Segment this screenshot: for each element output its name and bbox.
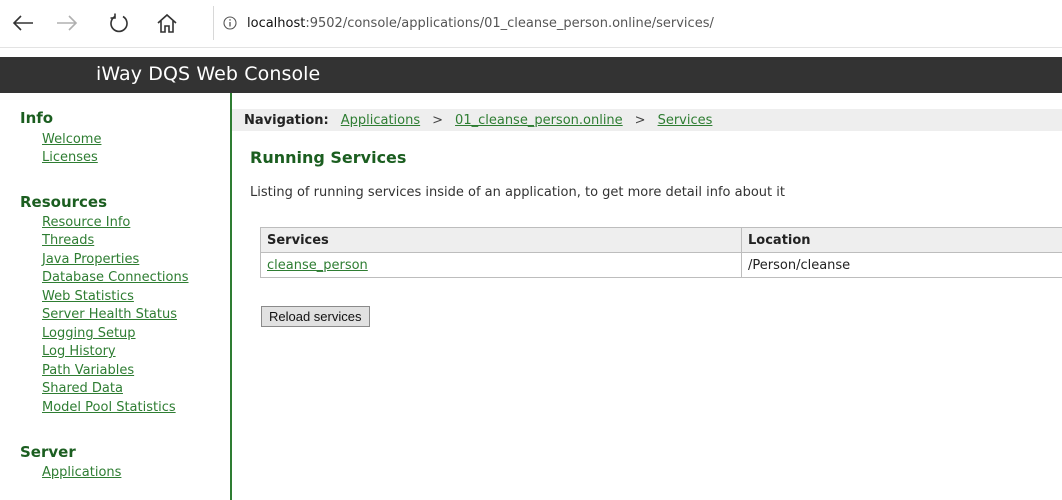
sidebar-section-resources: Resources [20,193,108,211]
sidebar-item-resource-info[interactable]: Resource Info [42,215,130,230]
home-icon [157,13,177,33]
sidebar-item-server-health-status[interactable]: Server Health Status [42,307,177,322]
home-button[interactable] [152,8,182,38]
back-button[interactable] [8,8,38,38]
sidebar-item-applications[interactable]: Applications [42,465,121,480]
address-bar[interactable]: localhost:9502/console/applications/01_c… [213,6,1062,40]
info-icon[interactable] [223,16,237,30]
sidebar-section-server: Server [20,443,76,461]
breadcrumb-services[interactable]: Services [658,113,713,128]
forward-button[interactable] [52,8,82,38]
breadcrumb: Navigation: Applications > 01_cleanse_pe… [232,109,1062,131]
browser-toolbar: localhost:9502/console/applications/01_c… [0,0,1062,48]
breadcrumb-separator: > [432,112,444,128]
sidebar-item-shared-data[interactable]: Shared Data [42,381,123,396]
service-link[interactable]: cleanse_person [267,258,368,273]
sidebar-section-info: Info [20,109,54,127]
url-text: localhost:9502/console/applications/01_c… [247,16,714,31]
sidebar-item-java-properties[interactable]: Java Properties [42,252,139,267]
sidebar: Info Welcome Licenses Resources Resource… [0,93,232,500]
breadcrumb-separator: > [634,112,646,128]
main-content: Navigation: Applications > 01_cleanse_pe… [232,93,1062,500]
sidebar-item-welcome[interactable]: Welcome [42,132,101,147]
sidebar-item-database-connections[interactable]: Database Connections [42,270,189,285]
url-path: :9502/console/applications/01_cleanse_pe… [305,15,714,31]
sidebar-item-threads[interactable]: Threads [42,233,94,248]
refresh-button[interactable] [104,8,134,38]
table-row: cleanse_person /Person/cleanse [260,252,1062,278]
reload-services-button[interactable]: Reload services [261,306,370,327]
column-header-services: Services [260,227,742,253]
sidebar-item-path-variables[interactable]: Path Variables [42,363,134,378]
breadcrumb-application[interactable]: 01_cleanse_person.online [455,113,623,128]
url-host: localhost [247,15,306,31]
console-header: iWay DQS Web Console [0,57,1062,93]
sidebar-item-web-statistics[interactable]: Web Statistics [42,289,134,304]
sidebar-item-licenses[interactable]: Licenses [42,150,98,165]
navigation-label: Navigation: [244,112,329,128]
sidebar-item-model-pool-statistics[interactable]: Model Pool Statistics [42,400,176,415]
service-cell: cleanse_person [260,252,742,278]
page-title: Running Services [250,148,407,167]
app-title: iWay DQS Web Console [96,63,321,85]
arrow-left-icon [12,15,33,31]
arrow-right-icon [57,15,78,31]
page-description: Listing of running services inside of an… [250,185,785,200]
sidebar-item-logging-setup[interactable]: Logging Setup [42,326,136,341]
location-cell: /Person/cleanse [741,252,1062,278]
breadcrumb-applications[interactable]: Applications [341,113,420,128]
services-table: Services Location cleanse_person /Person… [260,227,1062,278]
sidebar-item-log-history[interactable]: Log History [42,344,116,359]
column-header-location: Location [741,227,1062,253]
table-header-row: Services Location [260,227,1062,253]
refresh-icon [110,13,128,33]
